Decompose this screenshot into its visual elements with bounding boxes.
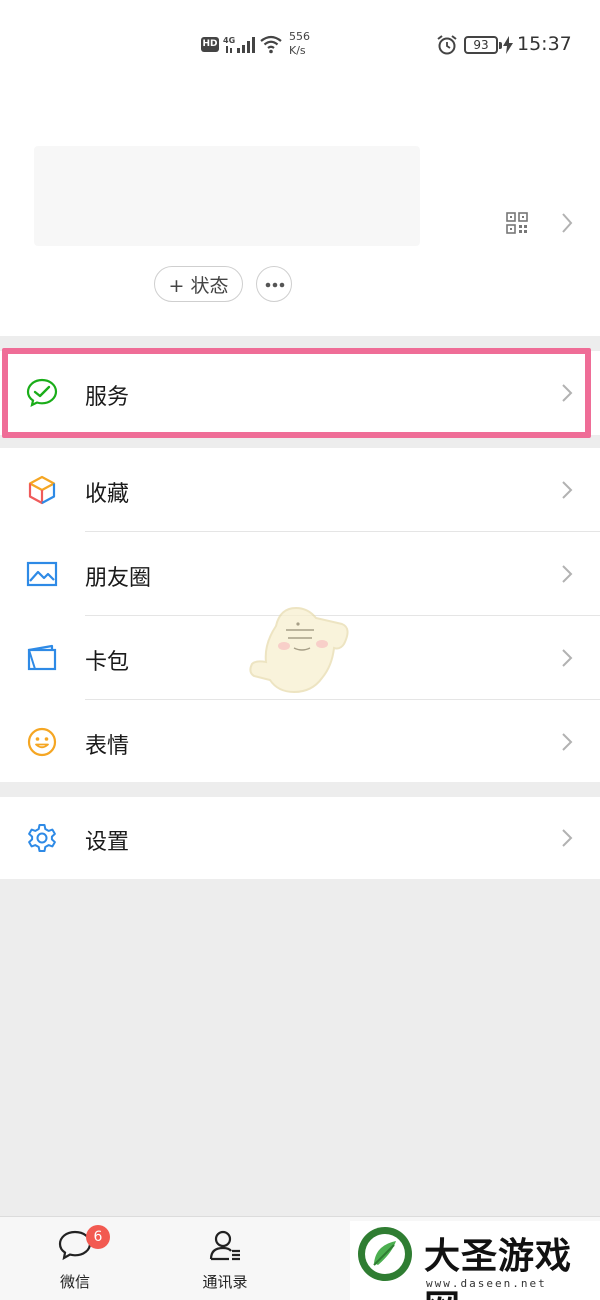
- chevron-right-icon: [562, 649, 573, 667]
- settings-group: 设置: [0, 797, 600, 879]
- menu-item-label: 卡包: [85, 650, 130, 675]
- chevron-right-icon[interactable]: [560, 212, 574, 234]
- more-dots-icon: [265, 282, 285, 288]
- moments-picture-icon: [26, 561, 58, 587]
- status-bar: HD 4G 556 K/s 93 15:37: [0, 0, 600, 90]
- unread-badge: 6: [86, 1225, 110, 1249]
- favorites-cube-icon: [28, 475, 56, 505]
- chevron-right-icon: [562, 733, 573, 751]
- chevron-right-icon: [562, 829, 573, 847]
- mascot-watermark-icon: [249, 606, 349, 694]
- highlight-box: [2, 348, 591, 438]
- hd-indicator: HD: [201, 37, 219, 52]
- menu-item-label: 收藏: [85, 482, 130, 507]
- more-button[interactable]: [256, 266, 292, 302]
- chevron-right-icon: [562, 481, 573, 499]
- clock: 15:37: [517, 33, 572, 55]
- menu-item-label: 表情: [85, 734, 130, 759]
- tab-contacts[interactable]: 通讯录: [150, 1217, 300, 1300]
- svg-text:4G: 4G: [223, 36, 235, 45]
- tab-label: 通讯录: [202, 1273, 248, 1291]
- smiley-face-icon: [27, 727, 57, 757]
- battery-indicator: 93: [464, 36, 502, 54]
- network-speed-unit: K/s: [289, 44, 306, 57]
- tab-label: 微信: [59, 1273, 90, 1291]
- qr-code-icon[interactable]: [506, 212, 528, 234]
- profile-header[interactable]: + 状态: [0, 90, 600, 336]
- network-speed-value: 556: [289, 30, 310, 43]
- charging-icon: [503, 36, 513, 54]
- chevron-right-icon: [562, 565, 573, 583]
- contacts-person-icon: [209, 1230, 240, 1261]
- add-status-button[interactable]: + 状态: [154, 266, 243, 302]
- profile-info-redacted[interactable]: [34, 146, 420, 246]
- menu-item-favorites[interactable]: 收藏: [0, 448, 600, 532]
- menu-item-settings[interactable]: 设置: [0, 797, 600, 881]
- site-logo-icon: [358, 1227, 412, 1281]
- card-wallet-icon: [27, 644, 57, 671]
- site-watermark: 大圣游戏网 www.daseen.net: [350, 1221, 600, 1300]
- tab-chats[interactable]: 6 微信: [0, 1217, 150, 1300]
- site-url: www.daseen.net: [426, 1277, 547, 1290]
- menu-item-stickers[interactable]: 表情: [0, 700, 600, 784]
- menu-item-label: 朋友圈: [85, 566, 152, 591]
- gear-icon: [28, 824, 56, 852]
- menu-item-label: 设置: [85, 830, 130, 855]
- wifi-icon: [260, 35, 282, 54]
- network-speed: 556 K/s: [289, 30, 310, 58]
- cellular-signal-icon: 4G: [223, 36, 255, 53]
- alarm-icon: [437, 35, 457, 55]
